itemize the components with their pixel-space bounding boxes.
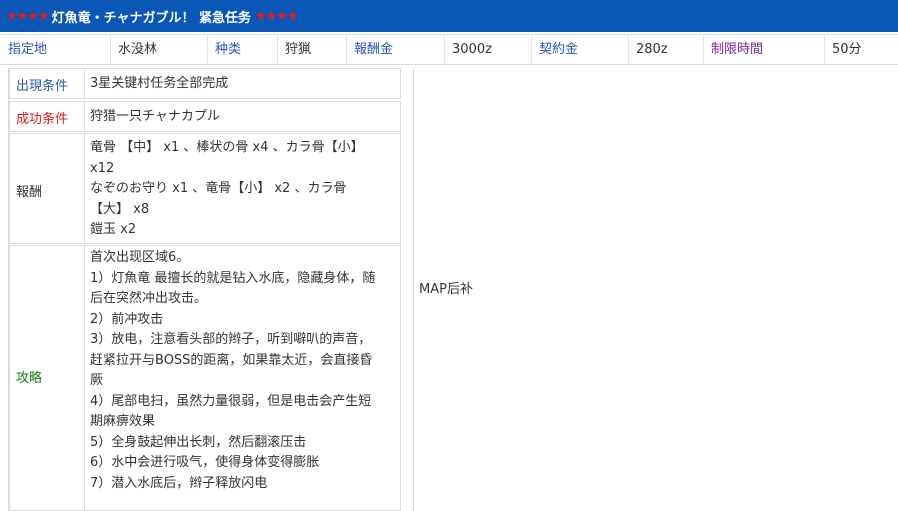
success-condition-value: 狩猎一只チャナカプル [90, 109, 220, 124]
contract-fee-value: 280z [636, 42, 668, 57]
quest-title: 灯魚竜・チャナガブル！ 紧急任务 [51, 10, 252, 26]
reward-money-value: 3000z [452, 42, 492, 57]
strategy-line: 赶紧拉开与BOSS的距离，如果靠太近，会直接昏 [90, 352, 373, 368]
strategy-line: 1）灯魚竜 最擅长的就是钻入水底，隐藏身体，随 [90, 270, 376, 286]
strategy-list: 首次出现区域6。 1）灯魚竜 最擅长的就是钻入水底，隐藏身体，随 后在突然冲出攻… [90, 248, 400, 494]
star-rating-icon: ★★★★ [255, 8, 299, 24]
quest-page: ★★★★ 灯魚竜・チャナガブル！ 紧急任务 ★★★★ 指定地 水没林 种类 狩猟… [0, 0, 898, 511]
strategy-line: 6）水中会进行吸气，使得身体变得膨胀 [90, 455, 320, 470]
divider [84, 134, 85, 243]
strategy-line: 5）全身鼓起伸出长刺，然后翻滚压击 [90, 434, 307, 450]
appear-condition-label: 出現条件 [16, 79, 69, 94]
appear-condition-row: 出現条件 3星关键村任务全部完成 [9, 68, 401, 99]
reward-line: 鎧玉 x2 [90, 222, 137, 237]
reward-label: 報酬 [16, 185, 43, 200]
divider [84, 102, 85, 131]
quest-detail-table: 出現条件 3星关键村任务全部完成 成功条件 狩猎一只チャナカプル 報酬 竜骨 【… [8, 68, 898, 511]
reward-line: x12 [90, 160, 115, 176]
reward-row: 報酬 竜骨 【中】 x1 、棒状の骨 x4 、カラ骨【小】 x12 なぞのお守り… [9, 133, 401, 244]
map-placeholder-text: MAP后补 [419, 282, 473, 297]
strategy-line: 期麻痹效果 [90, 414, 156, 429]
map-cell: MAP后补 [413, 68, 898, 511]
contract-fee-label: 契約金 [539, 42, 579, 57]
reward-money-label: 報酬金 [354, 42, 394, 57]
strategy-line: 首次出现区域6。 [90, 250, 190, 265]
appear-condition-value: 3星关键村任务全部完成 [90, 76, 229, 91]
reward-line: 竜骨 【中】 x1 、棒状の骨 x4 、カラ骨【小】 [90, 140, 364, 155]
reward-line: 【大】 x8 [90, 201, 150, 217]
type-label: 种类 [215, 42, 242, 57]
strategy-line: 厥 [90, 373, 104, 388]
type-value: 狩猟 [285, 42, 312, 57]
time-limit-label: 制限時間 [711, 42, 764, 57]
time-limit-value: 50分 [832, 42, 862, 57]
strategy-line: 7）潜入水底后，辫子释放闪电 [90, 475, 268, 491]
strategy-row: 攻略 首次出现区域6。 1）灯魚竜 最擅长的就是钻入水底，隐藏身体，随 后在突然… [9, 245, 401, 511]
success-condition-row: 成功条件 狩猎一只チャナカプル [9, 101, 401, 132]
divider [84, 69, 85, 98]
location-value: 水没林 [118, 42, 158, 57]
reward-list: 竜骨 【中】 x1 、棒状の骨 x4 、カラ骨【小】 x12 なぞのお守り x1… [90, 138, 400, 241]
star-rating-icon: ★★★★ [6, 8, 50, 24]
location-label: 指定地 [8, 42, 48, 57]
strategy-line: 后在突然冲出攻击。 [90, 291, 208, 306]
strategy-line: 2）前冲攻击 [90, 311, 164, 327]
success-condition-label: 成功条件 [16, 112, 69, 127]
reward-line: なぞのお守り x1 、竜骨【小】 x2 、カラ骨 [90, 181, 347, 196]
divider [84, 246, 85, 510]
quest-info-row: 指定地 水没林 种类 狩猟 報酬金 3000z 契約金 280z 制限時間 50… [0, 34, 898, 65]
strategy-line: 3）放电，注意看头部的辫子，听到噼叭的声音， [90, 332, 372, 347]
strategy-line: 4）尾部电扫，虽然力量很弱，但是电击会产生短 [90, 393, 372, 409]
quest-title-bar: ★★★★ 灯魚竜・チャナガブル！ 紧急任务 ★★★★ [0, 0, 898, 32]
strategy-label: 攻略 [16, 371, 43, 386]
